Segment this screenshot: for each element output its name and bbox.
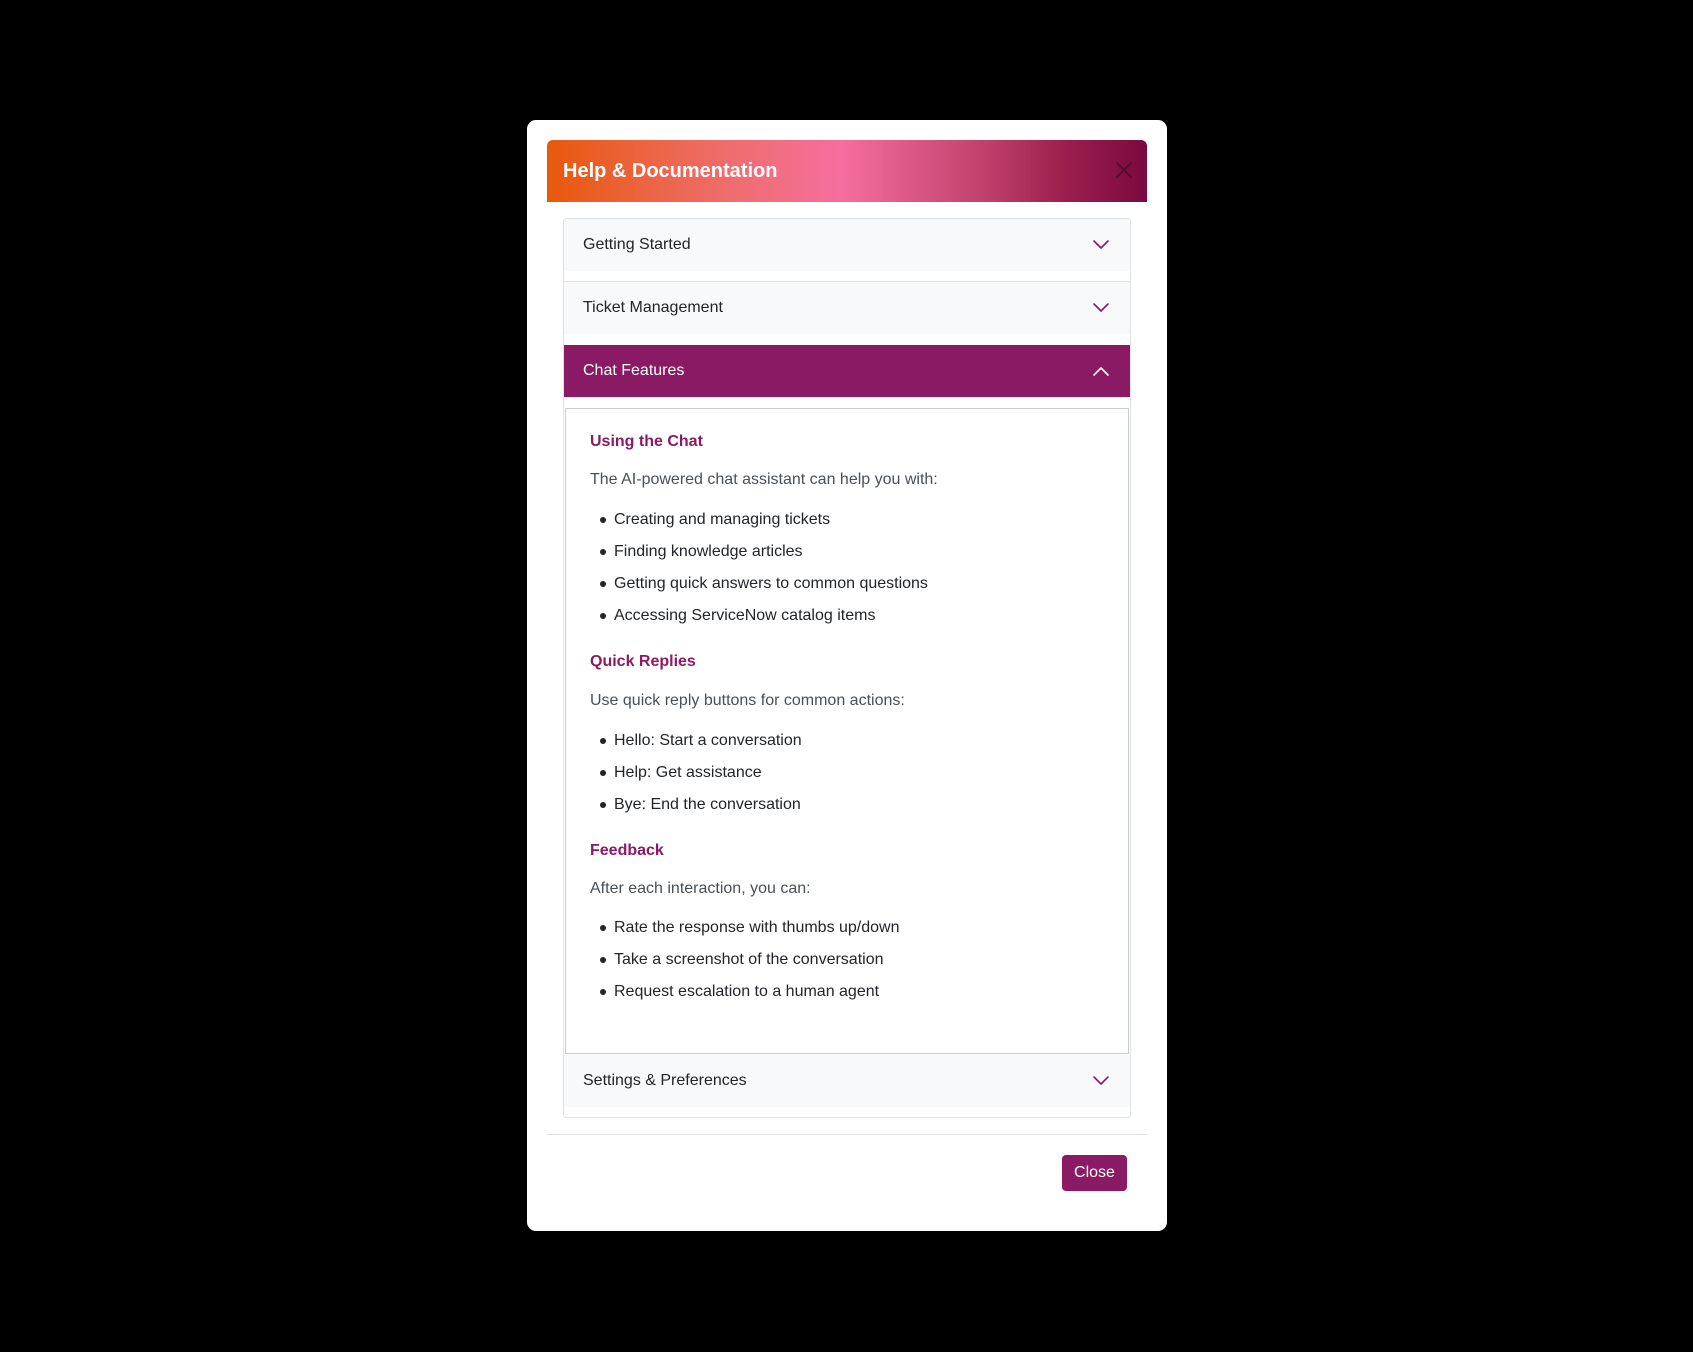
list-item: Hello: Start a conversation bbox=[614, 732, 802, 749]
section-intro: After each interaction, you can: bbox=[590, 880, 811, 897]
section-title-using-the-chat: Using the Chat bbox=[590, 433, 703, 450]
help-accordion: Getting Started Ticket Management Chat F… bbox=[563, 218, 1131, 1118]
list-item: Rate the response with thumbs up/down bbox=[614, 919, 900, 936]
section-title-feedback: Feedback bbox=[590, 842, 664, 859]
list-item: Creating and managing tickets bbox=[614, 511, 831, 528]
section-intro: Use quick reply buttons for common actio… bbox=[590, 692, 905, 709]
list-item: Request escalation to a human agent bbox=[614, 983, 880, 1000]
chevron-down-icon bbox=[1093, 303, 1109, 312]
bullet-icon bbox=[600, 802, 606, 808]
bullet-icon bbox=[600, 957, 606, 963]
bullet-icon bbox=[600, 738, 606, 744]
modal-title: Help & Documentation bbox=[563, 160, 778, 182]
bullet-icon bbox=[600, 989, 606, 995]
help-modal: Help & Documentation Getting Started Tic… bbox=[527, 120, 1167, 1231]
close-icon[interactable] bbox=[1113, 159, 1135, 181]
list-item: Finding knowledge articles bbox=[614, 543, 803, 560]
chevron-down-icon bbox=[1093, 1076, 1109, 1085]
close-button[interactable]: Close bbox=[1062, 1155, 1127, 1191]
chevron-down-icon bbox=[1093, 240, 1109, 249]
section-title-quick-replies: Quick Replies bbox=[590, 653, 696, 670]
bullet-icon bbox=[600, 549, 606, 555]
accordion-label: Getting Started bbox=[583, 236, 691, 253]
accordion-label: Chat Features bbox=[583, 362, 685, 379]
list-item: Accessing ServiceNow catalog items bbox=[614, 607, 876, 624]
list-item: Take a screenshot of the conversation bbox=[614, 951, 884, 968]
list-item: Bye: End the conversation bbox=[614, 796, 801, 813]
accordion-label: Ticket Management bbox=[583, 299, 723, 316]
bullet-icon bbox=[600, 613, 606, 619]
accordion-item-chat-features[interactable]: Chat Features bbox=[564, 345, 1130, 397]
accordion-item-settings-preferences[interactable]: Settings & Preferences bbox=[564, 1055, 1130, 1107]
bullet-icon bbox=[600, 517, 606, 523]
bullet-icon bbox=[600, 581, 606, 587]
list-item: Getting quick answers to common question… bbox=[614, 575, 928, 592]
modal-footer-divider bbox=[547, 1134, 1147, 1135]
accordion-body-chat-features: Using the Chat The AI-powered chat assis… bbox=[565, 408, 1129, 1054]
section-intro: The AI-powered chat assistant can help y… bbox=[590, 471, 938, 488]
accordion-item-ticket-management[interactable]: Ticket Management bbox=[564, 282, 1130, 334]
bullet-icon bbox=[600, 770, 606, 776]
accordion-label: Settings & Preferences bbox=[583, 1072, 747, 1089]
bullet-icon bbox=[600, 925, 606, 931]
accordion-item-getting-started[interactable]: Getting Started bbox=[564, 219, 1130, 271]
modal-header: Help & Documentation bbox=[547, 140, 1147, 202]
list-item: Help: Get assistance bbox=[614, 764, 762, 781]
chevron-up-icon bbox=[1093, 367, 1109, 376]
